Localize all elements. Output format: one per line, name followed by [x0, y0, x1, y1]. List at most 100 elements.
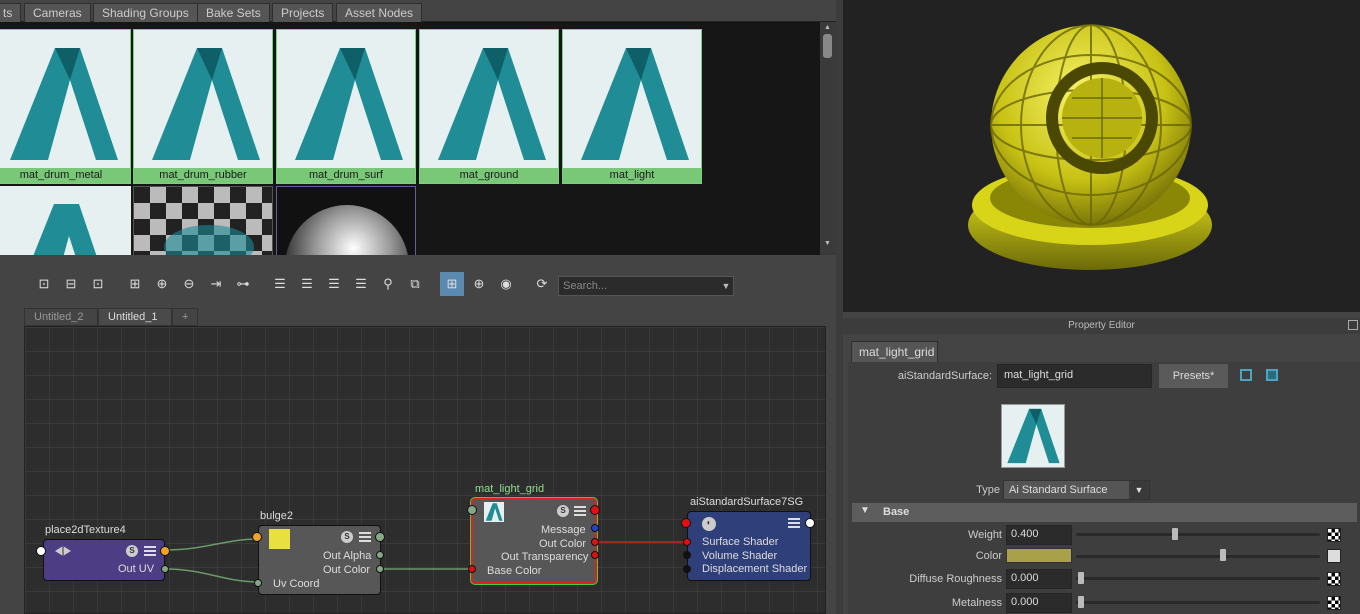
- type-dropdown[interactable]: Ai Standard Surface ▼: [1003, 480, 1150, 500]
- swatch-mat-drum-surf[interactable]: mat_drum_surf: [276, 29, 416, 184]
- port-base-color-dot[interactable]: [468, 565, 476, 573]
- tab-untitled-2[interactable]: Untitled_2: [24, 308, 98, 326]
- swatch-row2-arnold[interactable]: [0, 186, 131, 255]
- port-surface-shader-dot[interactable]: [683, 538, 691, 546]
- swatch-row2-checker[interactable]: [133, 186, 273, 255]
- node-bulge[interactable]: S Out Alpha Out Color Uv Coord: [258, 525, 381, 595]
- node-input-port[interactable]: [467, 505, 477, 515]
- port-message-dot[interactable]: [591, 524, 599, 532]
- port-out-alpha-dot[interactable]: [376, 551, 384, 559]
- tab-shading-groups[interactable]: Shading Groups: [93, 3, 198, 22]
- node-graph-canvas[interactable]: place2dTexture4 S Out UV bulge2 S Out Al…: [24, 326, 826, 614]
- show-input-output-icon[interactable]: [1240, 369, 1252, 381]
- swatches-icon[interactable]: ⧉: [405, 274, 425, 294]
- swatch-mat-drum-rubber[interactable]: mat_drum_rubber: [133, 29, 273, 184]
- node-place2d-texture[interactable]: S Out UV: [43, 539, 165, 581]
- add-selected-icon[interactable]: ⊕: [152, 274, 172, 294]
- copy-tab-icon[interactable]: [1266, 369, 1278, 381]
- input-connections-icon[interactable]: ⊡: [34, 274, 54, 294]
- simple-view-icon[interactable]: ☰: [270, 274, 290, 294]
- snap-grid-icon[interactable]: ⊕: [469, 274, 489, 294]
- scroll-up-icon[interactable]: ▲: [824, 24, 831, 31]
- port-out-transparency-dot[interactable]: [591, 551, 599, 559]
- node-menu-icon[interactable]: [144, 546, 156, 556]
- solo-icon[interactable]: S: [126, 545, 138, 557]
- color-swatch[interactable]: [1006, 548, 1072, 563]
- tab-mat-light-grid[interactable]: mat_light_grid: [851, 341, 938, 362]
- tab-bake-sets[interactable]: Bake Sets: [197, 3, 270, 22]
- tab-projects[interactable]: Projects: [272, 3, 334, 22]
- diffuse-roughness-slider[interactable]: [1076, 577, 1320, 580]
- remove-selected-icon[interactable]: ⊖: [179, 274, 199, 294]
- port-uv-coord-dot[interactable]: [254, 579, 262, 587]
- custom-view-icon[interactable]: ☰: [351, 274, 371, 294]
- full-view-icon[interactable]: ☰: [324, 274, 344, 294]
- section-header-base[interactable]: ▼ Base: [852, 503, 1357, 522]
- tab-asset-nodes[interactable]: Asset Nodes: [336, 3, 423, 22]
- port-displacement-shader-dot[interactable]: [683, 565, 691, 573]
- browser-scrollbar[interactable]: ▲ ▼: [820, 22, 836, 255]
- node-shading-group[interactable]: ◐ Surface Shader Volume Shader Displacem…: [687, 511, 811, 581]
- color-slider[interactable]: [1076, 555, 1320, 558]
- scroll-down-icon[interactable]: ▼: [824, 240, 831, 247]
- port-out-uv-dot[interactable]: [161, 565, 169, 573]
- node-name-field[interactable]: mat_light_grid: [997, 364, 1152, 388]
- weight-slider[interactable]: [1076, 533, 1320, 536]
- property-editor-title: Property Editor: [843, 318, 1360, 334]
- node-input-port[interactable]: [252, 532, 262, 542]
- connected-map-icon[interactable]: [1327, 549, 1341, 563]
- swatch-mat-ground[interactable]: mat_ground: [419, 29, 559, 184]
- node-menu-icon[interactable]: [574, 506, 586, 516]
- port-out-color-dot[interactable]: [591, 538, 599, 546]
- tab-untitled-1[interactable]: Untitled_1: [98, 308, 172, 326]
- node-material-selected[interactable]: S Message Out Color Out Transparency Bas…: [471, 498, 597, 584]
- weight-slider-knob[interactable]: [1172, 528, 1179, 540]
- vertical-splitter[interactable]: [836, 0, 843, 614]
- rearrange-icon[interactable]: ⊶: [233, 274, 253, 294]
- node-output-port[interactable]: [805, 518, 815, 528]
- node-menu-icon[interactable]: [788, 518, 800, 528]
- swatch-row2-sphere[interactable]: [276, 186, 416, 255]
- tab-cameras[interactable]: Cameras: [24, 3, 91, 22]
- diffuse-roughness-field[interactable]: 0.000: [1006, 569, 1072, 589]
- map-button-icon[interactable]: [1327, 596, 1341, 610]
- scroll-thumb[interactable]: [823, 34, 832, 58]
- grid-toggle-icon[interactable]: ⊞: [440, 272, 464, 296]
- port-out-color-dot[interactable]: [376, 565, 384, 573]
- node-output-port[interactable]: [160, 546, 170, 556]
- node-input-port[interactable]: [36, 546, 46, 556]
- search-icon[interactable]: ⚲: [378, 274, 398, 294]
- presets-button[interactable]: Presets*: [1159, 364, 1228, 388]
- swatch-mat-light[interactable]: mat_light: [562, 29, 702, 184]
- node-output-port[interactable]: [590, 505, 600, 515]
- color-slider-knob[interactable]: [1219, 549, 1226, 561]
- graph-search-input[interactable]: Search...: [558, 276, 734, 296]
- dim-icon[interactable]: ◉: [496, 274, 516, 294]
- solo-icon[interactable]: S: [341, 531, 353, 543]
- float-panel-icon[interactable]: [1348, 320, 1358, 330]
- output-connections-icon[interactable]: ⊡: [88, 274, 108, 294]
- add-tab-button[interactable]: +: [172, 308, 198, 326]
- tab-textures[interactable]: ts: [0, 3, 22, 22]
- input-output-connections-icon[interactable]: ⊟: [61, 274, 81, 294]
- port-volume-shader-dot[interactable]: [683, 551, 691, 559]
- frame-all-icon[interactable]: ⊞: [125, 274, 145, 294]
- node-input-port[interactable]: [681, 518, 691, 528]
- node-output-port[interactable]: [375, 532, 385, 542]
- graph-layout-icon[interactable]: ⇥: [206, 274, 226, 294]
- chevron-down-icon[interactable]: ▼: [718, 276, 734, 296]
- swatch-label: mat_light: [563, 168, 701, 183]
- connected-view-icon[interactable]: ☰: [297, 274, 317, 294]
- metalness-slider-knob[interactable]: [1078, 596, 1084, 608]
- map-button-icon[interactable]: [1327, 572, 1341, 586]
- metalness-slider[interactable]: [1076, 601, 1320, 604]
- solo-icon[interactable]: S: [557, 505, 569, 517]
- diffuse-roughness-slider-knob[interactable]: [1078, 572, 1084, 584]
- map-button-icon[interactable]: [1327, 528, 1341, 542]
- swatch-mat-drum-metal[interactable]: mat_drum_metal: [0, 29, 131, 184]
- weight-field[interactable]: 0.400: [1006, 525, 1072, 545]
- node-menu-icon[interactable]: [359, 532, 371, 542]
- refresh-swatch-icon[interactable]: ⟳: [532, 274, 552, 294]
- arnold-logo-icon: [581, 48, 689, 160]
- metalness-field[interactable]: 0.000: [1006, 593, 1072, 613]
